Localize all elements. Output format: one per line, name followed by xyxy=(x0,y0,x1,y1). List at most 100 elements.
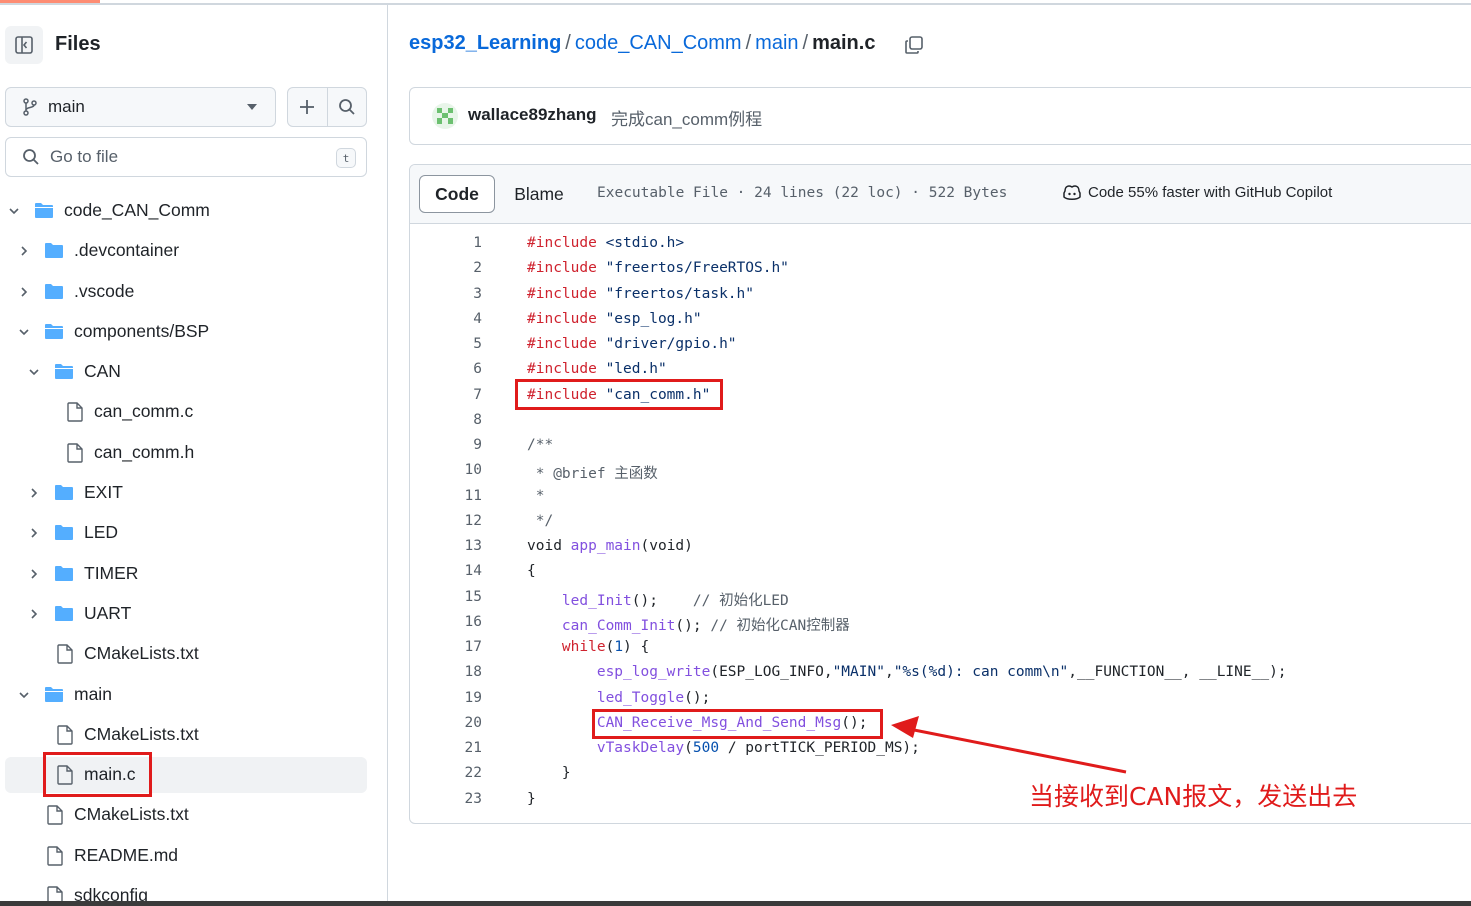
line-number[interactable]: 5 xyxy=(440,336,482,352)
code-text: { xyxy=(527,563,536,580)
line-number[interactable]: 20 xyxy=(440,715,482,731)
sidebar-collapse-button[interactable] xyxy=(5,26,43,64)
tree-folder[interactable]: .devcontainer xyxy=(0,231,387,271)
tree-item-label: LED xyxy=(84,522,119,543)
tree-file[interactable]: CMakeLists.txt xyxy=(0,795,387,835)
plus-icon xyxy=(300,100,315,114)
commit-author[interactable]: wallace89zhang xyxy=(468,105,597,125)
tree-file[interactable]: CMakeLists.txt xyxy=(0,715,387,755)
code-line: 5 #include "driver/gpio.h" xyxy=(410,332,1471,357)
file-header: Code Blame Executable File · 24 lines (2… xyxy=(410,165,1471,224)
commit-message[interactable]: 完成can_comm例程 xyxy=(611,105,762,130)
line-number[interactable]: 9 xyxy=(440,437,482,453)
tree-file[interactable]: CMakeLists.txt xyxy=(0,634,387,674)
breadcrumb-link[interactable]: main xyxy=(755,32,798,54)
code-line: 4 #include "esp_log.h" xyxy=(410,307,1471,332)
tree-folder[interactable]: LED xyxy=(0,513,387,553)
code-text: #include "freertos/task.h" xyxy=(527,285,754,302)
code-text: #include "driver/gpio.h" xyxy=(527,336,737,352)
breadcrumb-link[interactable]: code_CAN_Comm xyxy=(575,32,742,54)
line-number[interactable]: 8 xyxy=(440,412,482,428)
chevron-right-icon[interactable] xyxy=(18,286,30,298)
tree-folder[interactable]: main xyxy=(0,675,387,715)
line-number[interactable]: 19 xyxy=(440,690,482,706)
tree-folder[interactable]: EXIT xyxy=(0,473,387,513)
chevron-down-icon[interactable] xyxy=(18,326,30,338)
line-number[interactable]: 10 xyxy=(440,462,482,478)
branch-selector[interactable]: main xyxy=(5,87,276,127)
line-number[interactable]: 14 xyxy=(440,563,482,579)
line-number[interactable]: 16 xyxy=(440,614,482,630)
line-number[interactable]: 1 xyxy=(440,235,482,251)
code-text: * @brief 主函数 xyxy=(527,466,658,483)
line-number[interactable]: 17 xyxy=(440,639,482,655)
tree-item-label: sdkconfig xyxy=(74,885,148,901)
chevron-right-icon[interactable] xyxy=(28,568,40,580)
line-number[interactable]: 15 xyxy=(440,589,482,605)
chevron-right-icon[interactable] xyxy=(18,245,30,257)
folder-icon xyxy=(45,283,63,299)
tree-file[interactable]: README.md xyxy=(0,836,387,876)
copilot-promo[interactable]: Code 55% faster with GitHub Copilot xyxy=(1062,183,1332,201)
code-line: 9 /** xyxy=(410,433,1471,458)
avatar[interactable] xyxy=(432,103,458,129)
line-number[interactable]: 21 xyxy=(440,740,482,756)
search-button[interactable] xyxy=(326,88,366,126)
tree-file[interactable]: can_comm.h xyxy=(0,433,387,473)
chevron-right-icon[interactable] xyxy=(28,608,40,620)
tree-file[interactable]: sdkconfig xyxy=(0,876,387,901)
code-line: 15 led_Init(); // 初始化LED xyxy=(410,585,1471,610)
tab-code[interactable]: Code xyxy=(419,175,495,213)
breadcrumb: esp32_Learning / code_CAN_Comm / main / main.c xyxy=(409,32,875,55)
tab-blame[interactable]: Blame xyxy=(495,175,583,213)
line-number[interactable]: 18 xyxy=(440,664,482,680)
tree-item-label: README.md xyxy=(74,844,179,865)
line-number[interactable]: 3 xyxy=(440,286,482,302)
line-number[interactable]: 11 xyxy=(440,488,482,504)
tree-file[interactable]: can_comm.c xyxy=(0,392,387,432)
code-line: 3 #include "freertos/task.h" xyxy=(410,282,1471,307)
chevron-down-icon[interactable] xyxy=(8,205,20,217)
tree-folder[interactable]: .vscode xyxy=(0,272,387,312)
code-line: 16 can_Comm_Init(); // 初始化CAN控制器 xyxy=(410,610,1471,635)
chevron-right-icon[interactable] xyxy=(28,487,40,499)
tree-folder[interactable]: UART xyxy=(0,594,387,634)
tree-folder[interactable]: TIMER xyxy=(0,554,387,594)
tree-item-label: EXIT xyxy=(84,482,123,503)
code-line: 2 #include "freertos/FreeRTOS.h" xyxy=(410,256,1471,281)
code-text: #include "led.h" xyxy=(527,361,667,378)
shortcut-key: t xyxy=(336,148,356,168)
tree-folder[interactable]: code_CAN_Comm xyxy=(0,191,387,231)
chevron-right-icon[interactable] xyxy=(28,527,40,539)
line-number[interactable]: 12 xyxy=(440,513,482,529)
folder-open-icon xyxy=(35,203,53,218)
code-text: #include "freertos/FreeRTOS.h" xyxy=(527,260,789,277)
code-text: } xyxy=(527,790,536,807)
add-file-button[interactable] xyxy=(288,88,327,126)
chevron-down-icon[interactable] xyxy=(18,689,30,701)
main-content: esp32_Learning / code_CAN_Comm / main / main.c… xyxy=(389,5,1471,901)
line-number[interactable]: 6 xyxy=(440,361,482,377)
code-text: /** xyxy=(527,437,554,453)
line-number[interactable]: 13 xyxy=(440,538,482,554)
tree-item-label: .devcontainer xyxy=(74,240,180,261)
annotation-text: 当接收到CAN报文，发送出去 xyxy=(1029,782,1358,811)
code-text: led_Init(); // 初始化LED xyxy=(561,592,789,609)
code-line: 11 * xyxy=(410,484,1471,509)
chevron-down-icon xyxy=(247,104,257,110)
line-number[interactable]: 4 xyxy=(440,311,482,327)
tree-folder[interactable]: CAN xyxy=(0,352,387,392)
file-icon xyxy=(57,644,73,664)
go-to-file-placeholder: Go to file xyxy=(50,147,119,166)
chevron-down-icon[interactable] xyxy=(28,366,40,378)
breadcrumb-repo-link[interactable]: esp32_Learning xyxy=(409,32,561,54)
go-to-file-input[interactable]: Go to file t xyxy=(5,137,367,177)
line-number[interactable]: 22 xyxy=(440,765,482,781)
line-number[interactable]: 2 xyxy=(440,260,482,276)
tree-folder[interactable]: components/BSP xyxy=(0,312,387,352)
sidebar-tools xyxy=(287,87,367,127)
line-number[interactable]: 23 xyxy=(440,791,482,807)
code-line: 17 while(1) { xyxy=(410,635,1471,660)
copy-path-button[interactable] xyxy=(904,35,924,60)
line-number[interactable]: 7 xyxy=(440,387,482,403)
